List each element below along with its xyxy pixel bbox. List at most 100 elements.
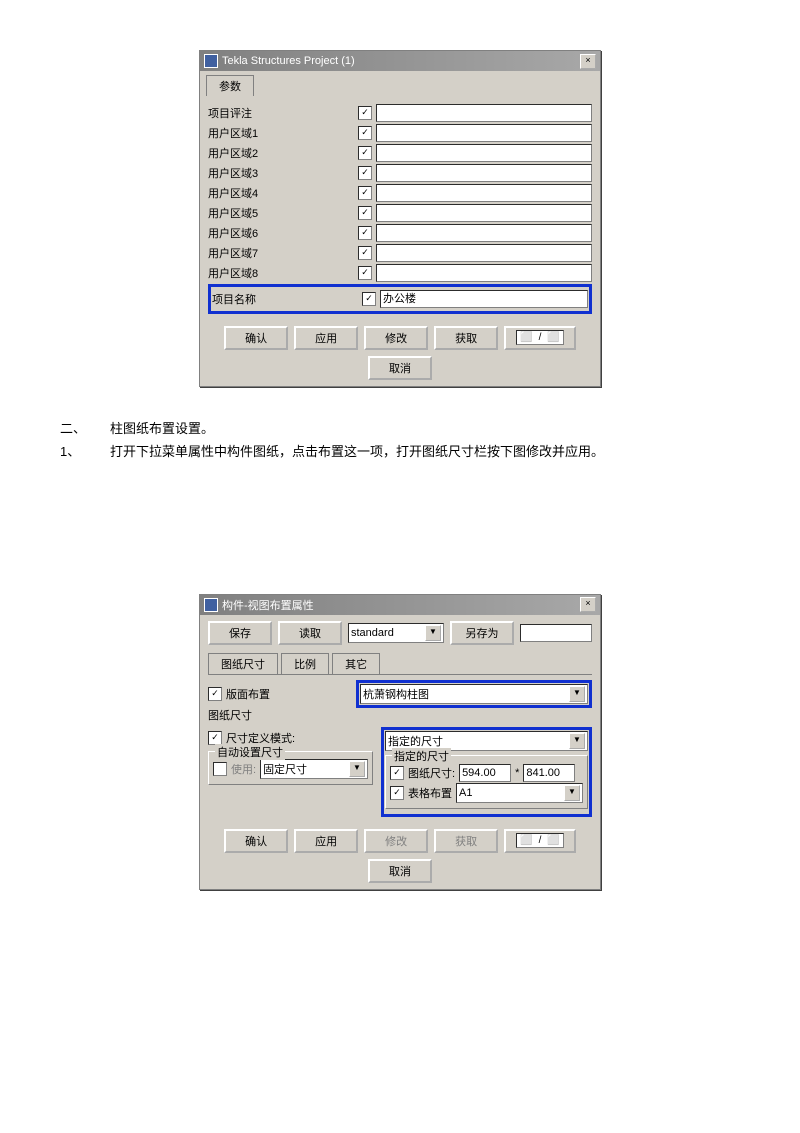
field-row: 用户区域8✓ [208,264,592,282]
cancel-button[interactable]: 取消 [368,356,432,380]
tab-strip: 图纸尺寸 比例 其它 [208,653,592,675]
checkbox[interactable]: ✓ [358,206,372,220]
field-label: 用户区域8 [208,265,358,281]
close-icon[interactable]: × [580,597,596,612]
step-text: 打开下拉菜单属性中构件图纸，点击布置这一项，打开图纸尺寸栏按下图修改并应用。 [110,444,604,459]
field-row: 用户区域3✓ [208,164,592,182]
checkbox[interactable]: ✓ [390,786,404,800]
step-number: 1、 [60,440,110,463]
checkbox[interactable]: ✓ [362,292,376,306]
window-title: Tekla Structures Project (1) [222,55,355,67]
button-row: 确认 应用 修改 获取 ⬜/⬜ 取消 [200,823,600,889]
ok-button[interactable]: 确认 [224,326,288,350]
text-input[interactable] [376,204,592,222]
highlight-box: 项目名称✓办公楼 [208,284,592,314]
chevron-down-icon: ▼ [569,733,585,749]
checkbox[interactable]: ✓ [358,226,372,240]
tab-params[interactable]: 参数 [206,75,254,96]
checkbox[interactable]: ✓ [358,166,372,180]
chevron-down-icon: ▼ [564,785,580,801]
button-row: 确认 应用 修改 获取 ⬜/⬜ 取消 [200,320,600,386]
text-input[interactable] [376,124,592,142]
checkbox[interactable]: ✓ [358,126,372,140]
toggle-button[interactable]: ⬜/⬜ [504,829,576,853]
layout-combo[interactable]: 杭萧钢构柱图▼ [360,684,588,704]
checkbox[interactable]: ✓ [390,766,404,780]
dialog-body: 保存 读取 standard▼ 另存为 图纸尺寸 比例 其它 ✓ 版面布置 杭萧… [200,615,600,823]
text-input[interactable] [376,244,592,262]
size-area: ✓ 尺寸定义模式: 自动设置尺寸 使用: 固定尺寸▼ 指定的尺寸▼ 指定的尺寸 … [208,727,592,817]
window-title: 构件-视图布置属性 [222,597,314,613]
preset-combo[interactable]: standard▼ [348,623,444,643]
text-input[interactable] [376,184,592,202]
cancel-button[interactable]: 取消 [368,859,432,883]
chevron-down-icon: ▼ [569,686,585,702]
tab-content: ✓ 版面布置 杭萧钢构柱图▼ 图纸尺寸 ✓ 尺寸定义模式: 自动设置尺寸 使用:… [208,675,592,817]
size-label: 图纸尺寸: [408,765,455,781]
toggle-button[interactable]: ⬜/⬜ [504,326,576,350]
field-label: 用户区域3 [208,165,358,181]
field-row: 用户区域1✓ [208,124,592,142]
app-icon [204,598,218,612]
heading-number: 二、 [60,417,110,440]
modify-button[interactable]: 修改 [364,326,428,350]
width-input[interactable]: 594.00 [459,764,511,782]
get-button[interactable]: 获取 [434,326,498,350]
saveas-input[interactable] [520,624,592,642]
load-button[interactable]: 读取 [278,621,342,645]
app-icon [204,54,218,68]
table-label: 表格布置 [408,785,452,801]
get-button[interactable]: 获取 [434,829,498,853]
apply-button[interactable]: 应用 [294,326,358,350]
section-label: 图纸尺寸 [208,707,592,723]
checkbox[interactable]: ✓ [358,106,372,120]
checkbox[interactable] [213,762,227,776]
highlight-box: 杭萧钢构柱图▼ [356,680,592,708]
checkbox[interactable]: ✓ [358,266,372,280]
close-icon[interactable]: × [580,54,596,69]
saveas-button[interactable]: 另存为 [450,621,514,645]
text-input[interactable] [376,144,592,162]
tab-scale[interactable]: 比例 [281,653,329,674]
text-input[interactable] [376,104,592,122]
field-row: 用户区域6✓ [208,224,592,242]
field-label: 用户区域2 [208,145,358,161]
titlebar: 构件-视图布置属性 × [200,595,600,615]
field-label: 用户区域1 [208,125,358,141]
table-combo[interactable]: A1▼ [456,783,583,803]
highlight-box: 指定的尺寸▼ 指定的尺寸 ✓ 图纸尺寸: 594.00 * 841.00 ✓ 表… [381,727,592,817]
field-row: 用户区域5✓ [208,204,592,222]
field-row: 用户区域2✓ [208,144,592,162]
field-label: 用户区域6 [208,225,358,241]
height-input[interactable]: 841.00 [523,764,575,782]
tab-other[interactable]: 其它 [332,653,380,674]
checkbox[interactable]: ✓ [208,731,222,745]
field-label: 用户区域7 [208,245,358,261]
layout-row: ✓ 版面布置 杭萧钢构柱图▼ [208,685,592,703]
separator: * [515,767,519,779]
checkbox[interactable]: ✓ [358,186,372,200]
ok-button[interactable]: 确认 [224,829,288,853]
field-row: 用户区域7✓ [208,244,592,262]
field-label: 项目评注 [208,105,358,121]
field-row: 项目评注✓ [208,104,592,122]
tab-size[interactable]: 图纸尺寸 [208,653,278,674]
titlebar: Tekla Structures Project (1) × [200,51,600,71]
modify-button[interactable]: 修改 [364,829,428,853]
tab-strip: 参数 [200,71,600,96]
apply-button[interactable]: 应用 [294,829,358,853]
layout-label: 版面布置 [226,686,356,702]
project-name-input[interactable]: 办公楼 [380,290,588,308]
text-input[interactable] [376,224,592,242]
group-label: 指定的尺寸 [392,748,451,764]
field-label: 用户区域4 [208,185,358,201]
autosize-combo[interactable]: 固定尺寸▼ [260,759,368,779]
checkbox[interactable]: ✓ [358,246,372,260]
heading-text: 柱图纸布置设置。 [110,421,214,436]
checkbox[interactable]: ✓ [358,146,372,160]
text-input[interactable] [376,164,592,182]
text-input[interactable] [376,264,592,282]
checkbox[interactable]: ✓ [208,687,222,701]
chevron-down-icon: ▼ [425,625,441,641]
save-button[interactable]: 保存 [208,621,272,645]
